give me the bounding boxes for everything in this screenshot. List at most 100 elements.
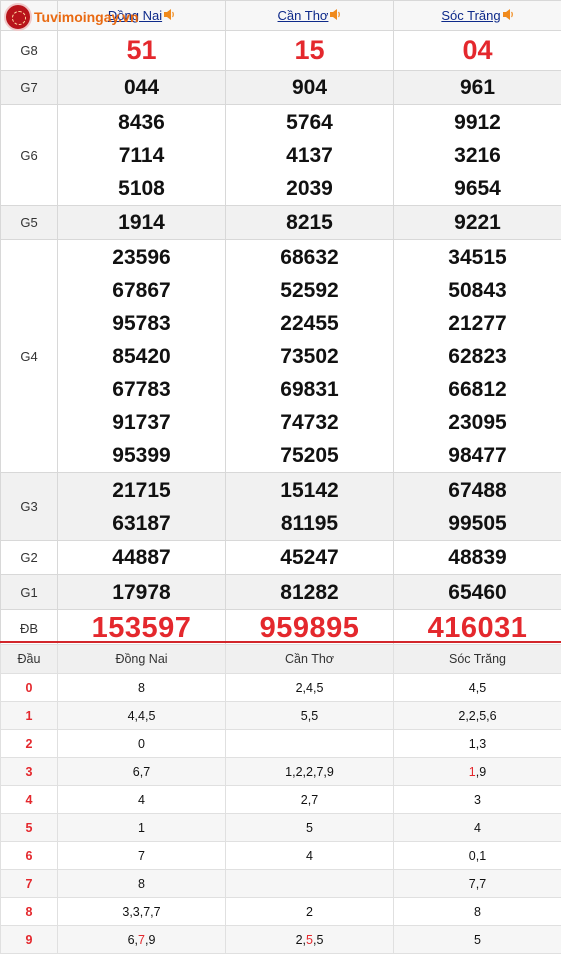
prize-number: 5108: [58, 172, 225, 205]
logo-badge-icon: [4, 3, 32, 31]
loto-row: 83,3,7,728: [1, 898, 561, 926]
prize-label: G1: [1, 575, 58, 610]
loto-digits: 4: [306, 849, 313, 863]
prize-number: 1914: [58, 206, 225, 239]
loto-cell: 2,4,5: [226, 674, 394, 702]
loto-digits: 8: [138, 877, 145, 891]
prize-cell: 17978: [58, 575, 226, 610]
loto-row: 67 4 0,1: [1, 842, 561, 870]
loto-row: 5 1 5 4: [1, 814, 561, 842]
loto-header-cell: Sóc Trăng: [394, 645, 561, 674]
prize-row-g5: G5 1914 8215 9221: [1, 206, 561, 240]
loto-cell: 1,9: [394, 758, 561, 786]
loto-row: 082,4,54,5: [1, 674, 561, 702]
province-header-can-tho: Cần Thơ: [226, 1, 394, 31]
loto-cell: 6,7,9: [58, 926, 226, 954]
loto-cell: 0: [58, 730, 226, 758]
prize-cell: 904: [226, 71, 394, 105]
prize-number: 8436: [58, 106, 225, 139]
province-link-can-tho[interactable]: Cần Thơ: [278, 8, 329, 23]
prize-label: G5: [1, 206, 58, 240]
speaker-icon[interactable]: [163, 8, 175, 24]
loto-row: 787,7: [1, 870, 561, 898]
loto-digits: 1,2,2,7,9: [285, 765, 334, 779]
loto-cell: 2,2,5,6: [394, 702, 561, 730]
loto-cell: 7: [58, 842, 226, 870]
prize-row-g8: G8 51 15 04: [1, 31, 561, 71]
province-header-soc-trang: Sóc Trăng: [394, 1, 561, 31]
loto-cell: 3: [394, 786, 561, 814]
prize-number: 9654: [394, 172, 561, 205]
loto-header-cell: Cần Thơ: [226, 645, 394, 674]
speaker-icon[interactable]: [502, 8, 514, 24]
prize-label: G3: [1, 473, 58, 541]
loto-cell: 6,7: [58, 758, 226, 786]
loto-digits: 6,7: [133, 765, 150, 779]
prize-cell: 44887: [58, 541, 226, 575]
loto-cell: [226, 730, 394, 758]
loto-highlight: 7: [138, 933, 145, 947]
loto-header-cell: Đồng Nai: [58, 645, 226, 674]
loto-digits: 1: [138, 821, 145, 835]
prize-cell: 81282: [226, 575, 394, 610]
loto-header-row: Đầu Đồng Nai Cần Thơ Sóc Trăng: [1, 645, 561, 674]
loto-digits: 7,7: [469, 877, 486, 891]
prize-number: 21715: [58, 474, 225, 507]
prize-number: 2039: [226, 172, 393, 205]
prize-cell: 8215: [226, 206, 394, 240]
prize-number: 67488: [394, 474, 561, 507]
prize-number: 961: [394, 71, 561, 104]
loto-head-digit: 8: [1, 898, 58, 926]
loto-digits: 5: [306, 821, 313, 835]
prize-number: 34515: [394, 241, 561, 274]
prize-cell: 044: [58, 71, 226, 105]
prize-number: 62823: [394, 340, 561, 373]
prize-cell: 67488 99505: [394, 473, 561, 541]
loto-cell: 3,3,7,7: [58, 898, 226, 926]
prize-number: 15142: [226, 474, 393, 507]
loto-head-digit: 4: [1, 786, 58, 814]
loto-head-digit: 3: [1, 758, 58, 786]
prize-number: 904: [226, 71, 393, 104]
prize-number: 95399: [58, 439, 225, 472]
loto-cell: 8: [394, 898, 561, 926]
prize-cell: 34515 50843 21277 62823 66812 23095 9847…: [394, 240, 561, 473]
prize-number: 04: [394, 32, 561, 69]
loto-digits: ,5: [313, 933, 323, 947]
loto-digits: 2,7: [301, 793, 318, 807]
prize-number: 4137: [226, 139, 393, 172]
loto-digits: 2,: [296, 933, 306, 947]
prize-number: 99505: [394, 507, 561, 540]
prize-cell: 68632 52592 22455 73502 69831 74732 7520…: [226, 240, 394, 473]
site-logo[interactable]: Tuvimoingay.vn: [4, 2, 139, 32]
speaker-icon[interactable]: [329, 8, 341, 24]
loto-digits: 4,4,5: [128, 709, 156, 723]
province-link-soc-trang[interactable]: Sóc Trăng: [441, 8, 500, 23]
loto-cell: [226, 870, 394, 898]
loto-highlight: 5: [306, 933, 313, 947]
lottery-results-page: Tuvimoingay.vn Đồng Nai Cần Thơ Sóc Trăn…: [0, 0, 561, 953]
loto-digits: 4: [474, 821, 481, 835]
loto-row: 96,7,92,5,55: [1, 926, 561, 954]
prize-row-g3: G3 21715 63187 15142 81195 67488 99505: [1, 473, 561, 541]
loto-cell: 8: [58, 674, 226, 702]
prize-cell: 9221: [394, 206, 561, 240]
prize-row-g2: G2 44887 45247 48839: [1, 541, 561, 575]
loto-digits: 5,5: [301, 709, 318, 723]
loto-digits: 4,5: [469, 681, 486, 695]
loto-digits: 2,4,5: [296, 681, 324, 695]
loto-cell: 2,7: [226, 786, 394, 814]
prize-number: 50843: [394, 274, 561, 307]
loto-digits: 0,1: [469, 849, 486, 863]
logo-text: Tuvimoingay.vn: [34, 9, 139, 25]
prize-number: 45247: [226, 541, 393, 574]
loto-head-digit: 2: [1, 730, 58, 758]
loto-head-digit: 5: [1, 814, 58, 842]
prize-cell: 45247: [226, 541, 394, 575]
prize-cell: 15142 81195: [226, 473, 394, 541]
loto-head-digit: 6: [1, 842, 58, 870]
loto-row: 3 6,7 1,2,2,7,9 1,9: [1, 758, 561, 786]
prize-number: 23095: [394, 406, 561, 439]
loto-cell: 8: [58, 870, 226, 898]
prize-cell: 9912 3216 9654: [394, 105, 561, 206]
